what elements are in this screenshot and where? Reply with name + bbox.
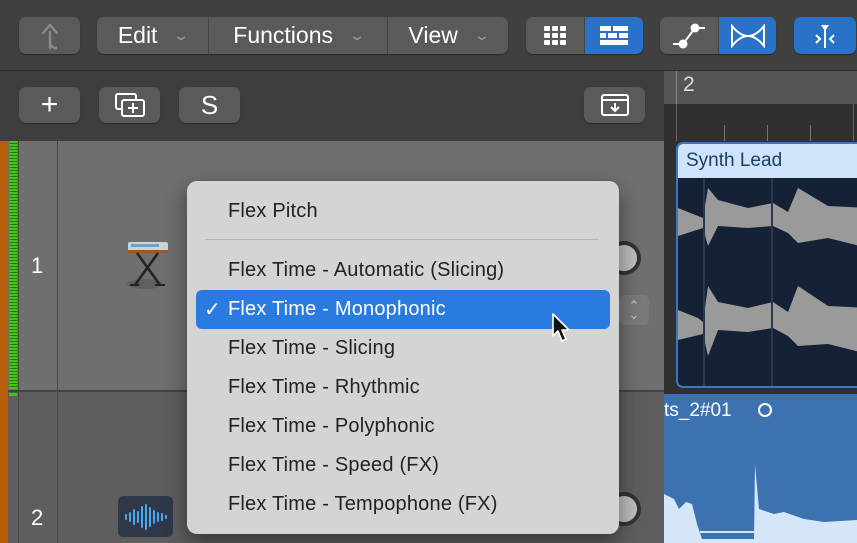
- automation-button[interactable]: [660, 17, 718, 54]
- menu-item-flex-time-slicing[interactable]: Flex Time - Slicing: [196, 329, 610, 368]
- menu-separator: [205, 239, 599, 240]
- catch-playhead-icon: [815, 24, 835, 48]
- edit-menu-label: Edit: [117, 22, 158, 48]
- menu-item-label: Flex Time - Tempophone (FX): [228, 493, 498, 515]
- view-toggle: [526, 17, 643, 54]
- region-synth-lead[interactable]: Synth Lead: [676, 142, 857, 388]
- level-meter-1: [9, 141, 17, 389]
- menu-item-label: Flex Time - Monophonic: [228, 298, 446, 320]
- back-button[interactable]: [19, 17, 80, 54]
- menu-item-label: Flex Time - Slicing: [228, 337, 396, 359]
- view-menu[interactable]: View ⌄: [387, 17, 508, 54]
- download-button[interactable]: [584, 87, 645, 123]
- flex-icon: [730, 23, 765, 48]
- region-title: ts_2#01: [664, 400, 732, 421]
- flex-mode-menu: Flex Pitch Flex Time - Automatic (Slicin…: [187, 181, 619, 534]
- menu-item-flex-time-rhythmic[interactable]: Flex Time - Rhythmic: [196, 368, 610, 407]
- flex-mode-stepper-1[interactable]: ⌃ ⌄: [619, 295, 649, 325]
- add-track-button[interactable]: +: [19, 87, 80, 123]
- back-arrow-icon: [41, 23, 58, 49]
- menu-item-label: Flex Time - Polyphonic: [228, 415, 435, 437]
- level-meter-2: [9, 393, 17, 396]
- duplicate-track-button[interactable]: [99, 87, 160, 123]
- menu-item-flex-time-automatic[interactable]: Flex Time - Automatic (Slicing): [196, 251, 610, 290]
- curve-toggle: [660, 17, 776, 54]
- chevron-down-icon: ⌄: [348, 27, 366, 43]
- keyboard-stand-icon: [125, 237, 169, 298]
- list-view-icon: [600, 25, 628, 45]
- waveform: [664, 464, 857, 543]
- menu-item-flex-time-speed[interactable]: Flex Time - Speed (FX): [196, 446, 610, 485]
- grid-view-icon: [544, 25, 566, 45]
- region-track-2[interactable]: ts_2#01: [664, 394, 857, 543]
- flex-button[interactable]: [718, 17, 776, 54]
- automation-curve-icon: [673, 23, 705, 48]
- catch-playhead-button[interactable]: [794, 17, 856, 54]
- menu-item-label: Flex Time - Rhythmic: [228, 376, 420, 398]
- solo-button[interactable]: S: [179, 87, 240, 123]
- list-view-button[interactable]: [584, 17, 643, 54]
- menu-segment: Edit ⌄ Functions ⌄ View ⌄: [97, 17, 508, 54]
- menu-item-flex-pitch[interactable]: Flex Pitch: [196, 192, 610, 231]
- functions-menu[interactable]: Functions ⌄: [208, 17, 387, 54]
- duplicate-track-icon: [114, 93, 145, 117]
- menu-item-label: Flex Pitch: [228, 200, 318, 222]
- region-title: Synth Lead: [678, 144, 857, 178]
- grid-view-button[interactable]: [526, 17, 584, 54]
- menu-item-flex-time-polyphonic[interactable]: Flex Time - Polyphonic: [196, 407, 610, 446]
- chevron-down-icon: ⌄: [172, 27, 191, 43]
- chevron-down-icon: ⌄: [472, 27, 491, 43]
- track-number-1: 1: [31, 253, 44, 278]
- waveform: [678, 178, 857, 386]
- menu-item-label: Flex Time - Speed (FX): [228, 454, 440, 476]
- edit-menu[interactable]: Edit ⌄: [97, 17, 208, 54]
- menu-item-flex-time-monophonic[interactable]: ✓ Flex Time - Monophonic: [196, 290, 610, 329]
- ruler-bar-label: 2: [683, 73, 695, 96]
- mouse-pointer-icon: [551, 312, 573, 349]
- track-number-2: 2: [31, 505, 44, 530]
- download-tray-icon: [600, 94, 629, 116]
- loop-indicator-icon: [758, 403, 772, 417]
- view-menu-label: View: [408, 22, 458, 48]
- checkmark-icon: ✓: [204, 299, 221, 321]
- functions-menu-label: Functions: [233, 22, 333, 48]
- audio-waveform-icon: [118, 496, 173, 537]
- ruler-subdivisions: [664, 104, 857, 141]
- menu-item-flex-time-tempophone[interactable]: Flex Time - Tempophone (FX): [196, 485, 610, 524]
- menu-item-label: Flex Time - Automatic (Slicing): [228, 259, 505, 281]
- track-color-strip: [0, 141, 8, 543]
